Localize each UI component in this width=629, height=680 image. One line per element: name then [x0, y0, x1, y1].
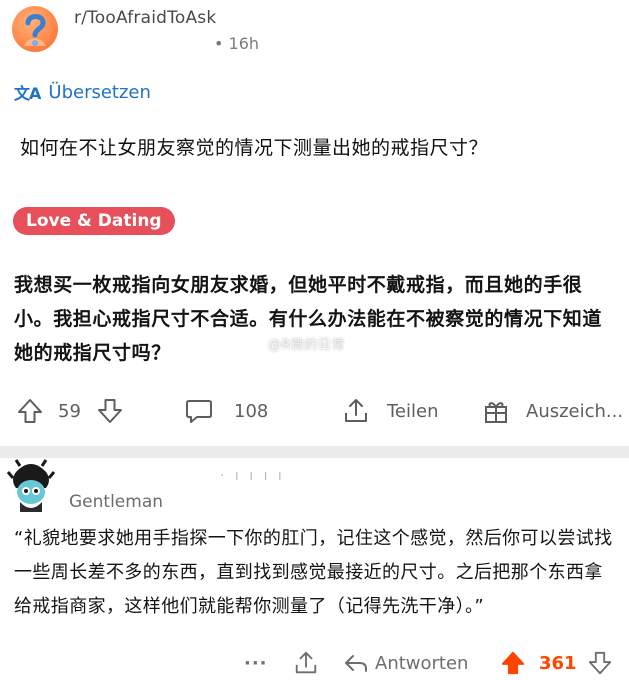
- downvote-button[interactable]: [96, 390, 124, 432]
- subreddit-avatar[interactable]: [12, 6, 58, 52]
- share-icon: [345, 399, 367, 422]
- gift-icon: [485, 402, 507, 423]
- comment-action-bar: ··· Antworten 361: [0, 646, 629, 680]
- reply-button[interactable]: [343, 646, 369, 680]
- translate-button[interactable]: 文A Übersetzen: [14, 80, 151, 104]
- arrow-down-icon: [98, 399, 122, 423]
- share-button[interactable]: [342, 390, 370, 432]
- arrow-up-icon: [18, 399, 42, 423]
- translate-label: Übersetzen: [48, 81, 151, 103]
- award-label[interactable]: Auszeich...: [526, 390, 623, 432]
- post-action-bar: 59 108 Teilen Auszeich...: [0, 390, 629, 432]
- commenter-avatar[interactable]: [6, 458, 56, 514]
- watermark: @R微的日常: [268, 338, 346, 353]
- question-mark-icon: [24, 14, 46, 46]
- share-icon: [295, 651, 317, 674]
- subreddit-name[interactable]: r/TooAfraidToAsk: [74, 8, 216, 28]
- post-time: • 16h: [214, 34, 260, 53]
- arrow-down-icon: [588, 651, 612, 675]
- comment-bubble-icon: [186, 400, 212, 423]
- upvote-count: 59: [58, 400, 81, 422]
- comment-upvote-button[interactable]: [500, 646, 526, 680]
- comment-body: “礼貌地要求她用手指探一下你的肛门，记住这个感觉，然后你可以尝试找一些周长差不多…: [14, 528, 613, 617]
- share-label[interactable]: Teilen: [387, 390, 439, 432]
- comment-count: 108: [234, 400, 269, 422]
- translate-icon: 文A: [14, 84, 41, 103]
- post-card: r/TooAfraidToAsk • 16h 文A Übersetzen 如何在…: [0, 0, 629, 446]
- reply-label[interactable]: Antworten: [375, 646, 468, 680]
- comment-author[interactable]: Gentleman: [69, 492, 163, 512]
- post-body: 我想买一枚戒指向女朋友求婚，但她平时不戴戒指，而且她的手很小。我担心戒指尺寸不合…: [14, 274, 603, 364]
- award-button[interactable]: [482, 390, 510, 432]
- post-flair[interactable]: Love & Dating: [13, 207, 175, 235]
- arrow-up-icon: [501, 651, 525, 675]
- upvote-button[interactable]: [16, 390, 44, 432]
- more-options-button[interactable]: ···: [244, 646, 268, 680]
- comment-vote-count: 361: [539, 652, 577, 674]
- comment-share-button[interactable]: [293, 646, 319, 680]
- reply-arrow-icon: [345, 655, 367, 672]
- comments-button[interactable]: [184, 390, 214, 432]
- cartoon-avatar-icon: [6, 459, 56, 512]
- post-title[interactable]: 如何在不让女朋友察觉的情况下测量出她的戒指尺寸？: [20, 133, 488, 160]
- comment-downvote-button[interactable]: [587, 646, 613, 680]
- comment-card: · ı ı ı ı Gentleman “礼貌地要求她用手指探一下你的肛门，记住…: [0, 458, 629, 680]
- section-divider: [0, 446, 629, 458]
- thread-marks: · ı ı ı ı: [220, 468, 285, 484]
